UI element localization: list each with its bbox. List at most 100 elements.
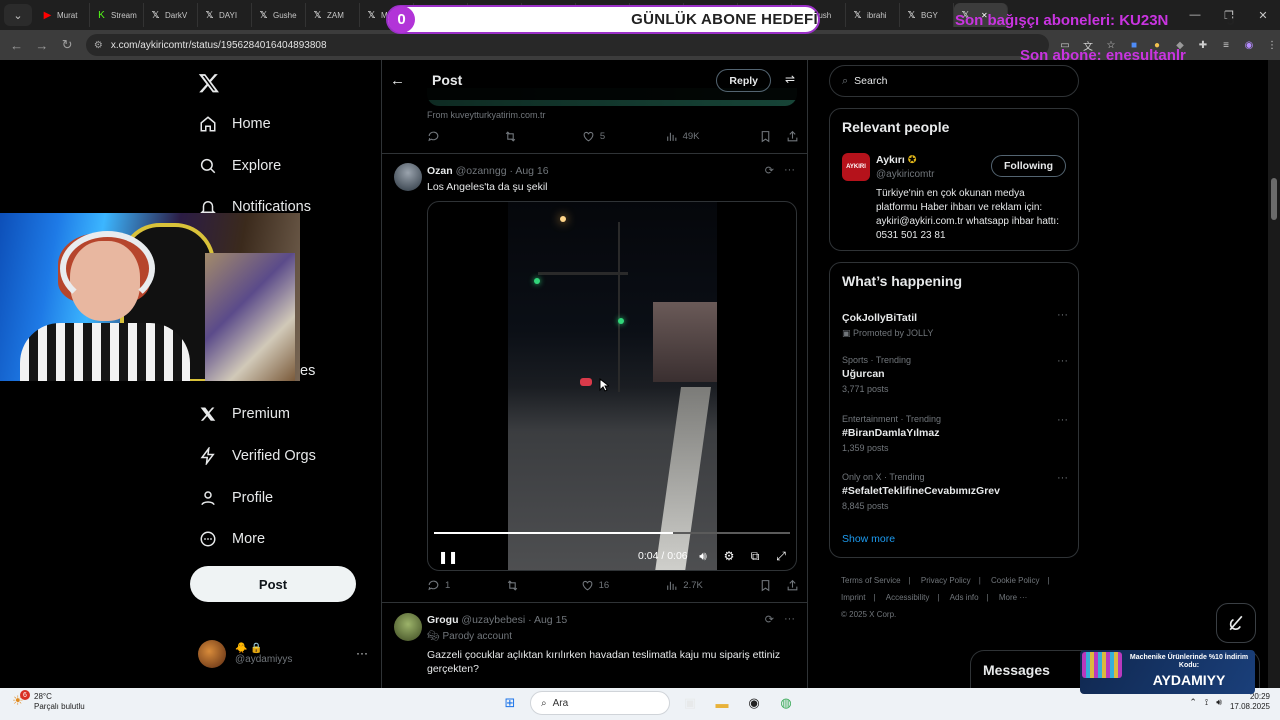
person-name[interactable]: Aykırı ✪ <box>876 154 917 166</box>
footer-link[interactable]: Terms of Service <box>841 576 901 585</box>
browser-tab[interactable]: 𝕏 DAYI <box>198 3 252 27</box>
tweet-author-handle[interactable]: @uzaybebesi <box>461 614 525 626</box>
video-progress-bar[interactable] <box>434 532 790 534</box>
footer-link[interactable]: Cookie Policy <box>991 576 1039 585</box>
footer-more-link[interactable]: More ··· <box>999 593 1027 602</box>
site-info-icon[interactable]: ⚙ <box>94 40 103 51</box>
reply-action[interactable]: 1 <box>427 579 450 592</box>
back-nav-icon[interactable]: ← <box>4 32 29 58</box>
nav-explore[interactable]: Explore <box>198 156 281 176</box>
system-clock[interactable]: 20:29 17.08.2025 <box>1230 692 1270 712</box>
reading-list-icon[interactable]: ≡ <box>1218 37 1234 53</box>
network-icon[interactable]: ⟟ <box>1205 697 1208 708</box>
url-bar[interactable]: ⚙ x.com/aykiricomtr/status/1956284016404… <box>85 34 1049 56</box>
repost-action[interactable] <box>504 130 522 143</box>
tray-chevron-icon[interactable]: ⌃ <box>1189 697 1197 708</box>
reload-icon[interactable]: ↻ <box>55 32 80 58</box>
profile-avatar-icon[interactable]: ◉ <box>1241 37 1257 53</box>
browser-tab[interactable]: 𝕏 ZAM <box>306 3 360 27</box>
bookmark-icon[interactable] <box>759 579 772 592</box>
following-button[interactable]: Following <box>991 155 1066 177</box>
browser-tab[interactable]: 𝕏 BGY <box>900 3 954 27</box>
browser-tab[interactable]: 𝕏ibrahi <box>846 3 900 27</box>
tweet-more-icon[interactable]: ··· <box>784 164 795 177</box>
browser-tab[interactable]: ▶ Murat <box>36 3 90 27</box>
footer-link[interactable]: Accessibility <box>886 593 930 602</box>
scrollbar-thumb[interactable] <box>1271 178 1277 220</box>
bookmark-icon[interactable] <box>759 130 772 143</box>
trend-more-icon[interactable]: ··· <box>1057 355 1068 367</box>
settings-gear-icon[interactable]: ⚙ <box>722 549 736 564</box>
compose-post-button[interactable]: Post <box>190 566 356 602</box>
show-more-link[interactable]: Show more <box>842 533 895 545</box>
nav-premium[interactable]: Premium <box>198 404 290 424</box>
avatar[interactable] <box>394 613 422 641</box>
tweet-author-name[interactable]: Ozan <box>427 165 453 177</box>
taskbar-search[interactable]: ⌕ Ara <box>530 691 670 715</box>
trend-item[interactable]: ÇokJollyBiTatil ▣ Promoted by JOLLY ··· <box>842 309 1068 339</box>
back-arrow-icon[interactable]: ← <box>390 72 420 89</box>
grok-explain-icon[interactable]: ⟳ <box>765 164 774 177</box>
nav-partial-item[interactable]: es <box>300 363 315 379</box>
nav-more[interactable]: More <box>198 529 265 549</box>
avatar[interactable]: AYKIRI <box>842 153 870 181</box>
reply-action[interactable] <box>427 130 445 143</box>
nav-profile[interactable]: Profile <box>198 488 273 508</box>
weather-widget[interactable]: ☀ 6 28°C Parçalı bulutlu <box>12 690 85 712</box>
grok-explain-icon[interactable]: ⟳ <box>765 613 774 626</box>
tweet-more-icon[interactable]: ··· <box>784 613 795 626</box>
previous-post-source[interactable]: From kuveytturkyatirim.com.tr <box>427 110 546 120</box>
tweet-date[interactable]: Aug 16 <box>515 165 548 177</box>
browser-tab[interactable]: 𝕏 DarkV <box>144 3 198 27</box>
page-scrollbar[interactable] <box>1268 60 1280 688</box>
puzzle-icon[interactable]: ✚ <box>1195 37 1211 53</box>
browser-tab[interactable]: K Stream <box>90 3 144 27</box>
trend-more-icon[interactable]: ··· <box>1057 472 1068 484</box>
minimize-icon[interactable]: — <box>1178 0 1212 30</box>
tweet-author-handle[interactable]: @ozanngg <box>456 165 507 177</box>
nav-home[interactable]: Home <box>198 114 271 134</box>
footer-link[interactable]: Imprint <box>841 593 865 602</box>
trend-item[interactable]: Entertainment · Trending #BiranDamlaYılm… <box>842 414 1068 453</box>
trend-item[interactable]: Only on X · Trending #SefaletTeklifineCe… <box>842 472 1068 511</box>
x-logo-icon[interactable] <box>198 72 220 94</box>
trend-more-icon[interactable]: ··· <box>1057 309 1068 321</box>
like-action[interactable]: 16 <box>581 579 609 592</box>
nav-verified-orgs[interactable]: Verified Orgs <box>198 446 316 466</box>
windows-start-icon[interactable]: ⊞ <box>498 691 522 715</box>
task-view-icon[interactable]: ▣ <box>678 691 702 715</box>
obs-icon[interactable]: ◉ <box>742 691 766 715</box>
pause-icon[interactable]: ❚❚ <box>438 550 458 564</box>
file-explorer-icon[interactable]: ▬ <box>710 691 734 715</box>
repost-action[interactable] <box>506 579 524 592</box>
browser-menu-icon[interactable]: ⋮ <box>1264 37 1280 53</box>
account-more-icon[interactable]: ··· <box>356 646 368 660</box>
volume-icon[interactable]: 🔊︎ <box>696 549 710 564</box>
account-switcher[interactable]: 🐥 🔒 @aydamiyys ··· <box>198 640 368 668</box>
like-action[interactable]: 5 <box>582 130 605 143</box>
reply-button[interactable]: Reply <box>716 69 771 92</box>
grok-button[interactable] <box>1216 603 1256 643</box>
views-action[interactable]: 49K <box>665 130 700 143</box>
forward-nav-icon[interactable]: → <box>29 32 54 58</box>
tweet-date[interactable]: Aug 15 <box>534 614 567 626</box>
tab-search-button[interactable]: ⌄ <box>4 4 32 26</box>
views-action[interactable]: 2.7K <box>665 579 703 592</box>
share-icon[interactable] <box>786 130 799 143</box>
person-handle[interactable]: @aykiricomtr <box>876 169 935 180</box>
pip-icon[interactable]: ⧉ <box>748 549 762 564</box>
footer-link[interactable]: Privacy Policy <box>921 576 971 585</box>
close-icon[interactable]: ✕ <box>1246 0 1280 30</box>
volume-icon[interactable]: 🔊︎ <box>1216 697 1222 708</box>
avatar[interactable] <box>394 163 422 191</box>
trend-more-icon[interactable]: ··· <box>1057 414 1068 426</box>
chrome-icon[interactable]: ◍ <box>774 691 798 715</box>
search-input[interactable]: ⌕ Search <box>829 65 1079 97</box>
fullscreen-icon[interactable]: ⤢ <box>774 549 788 564</box>
share-icon[interactable] <box>786 579 799 592</box>
sliders-icon[interactable]: ⇌ <box>785 72 795 86</box>
footer-link[interactable]: Ads info <box>950 593 979 602</box>
tweet-author-name[interactable]: Grogu <box>427 614 459 626</box>
trend-item[interactable]: Sports · Trending Uğurcan 3,771 posts ··… <box>842 355 1068 394</box>
browser-tab[interactable]: 𝕏 Gushe <box>252 3 306 27</box>
